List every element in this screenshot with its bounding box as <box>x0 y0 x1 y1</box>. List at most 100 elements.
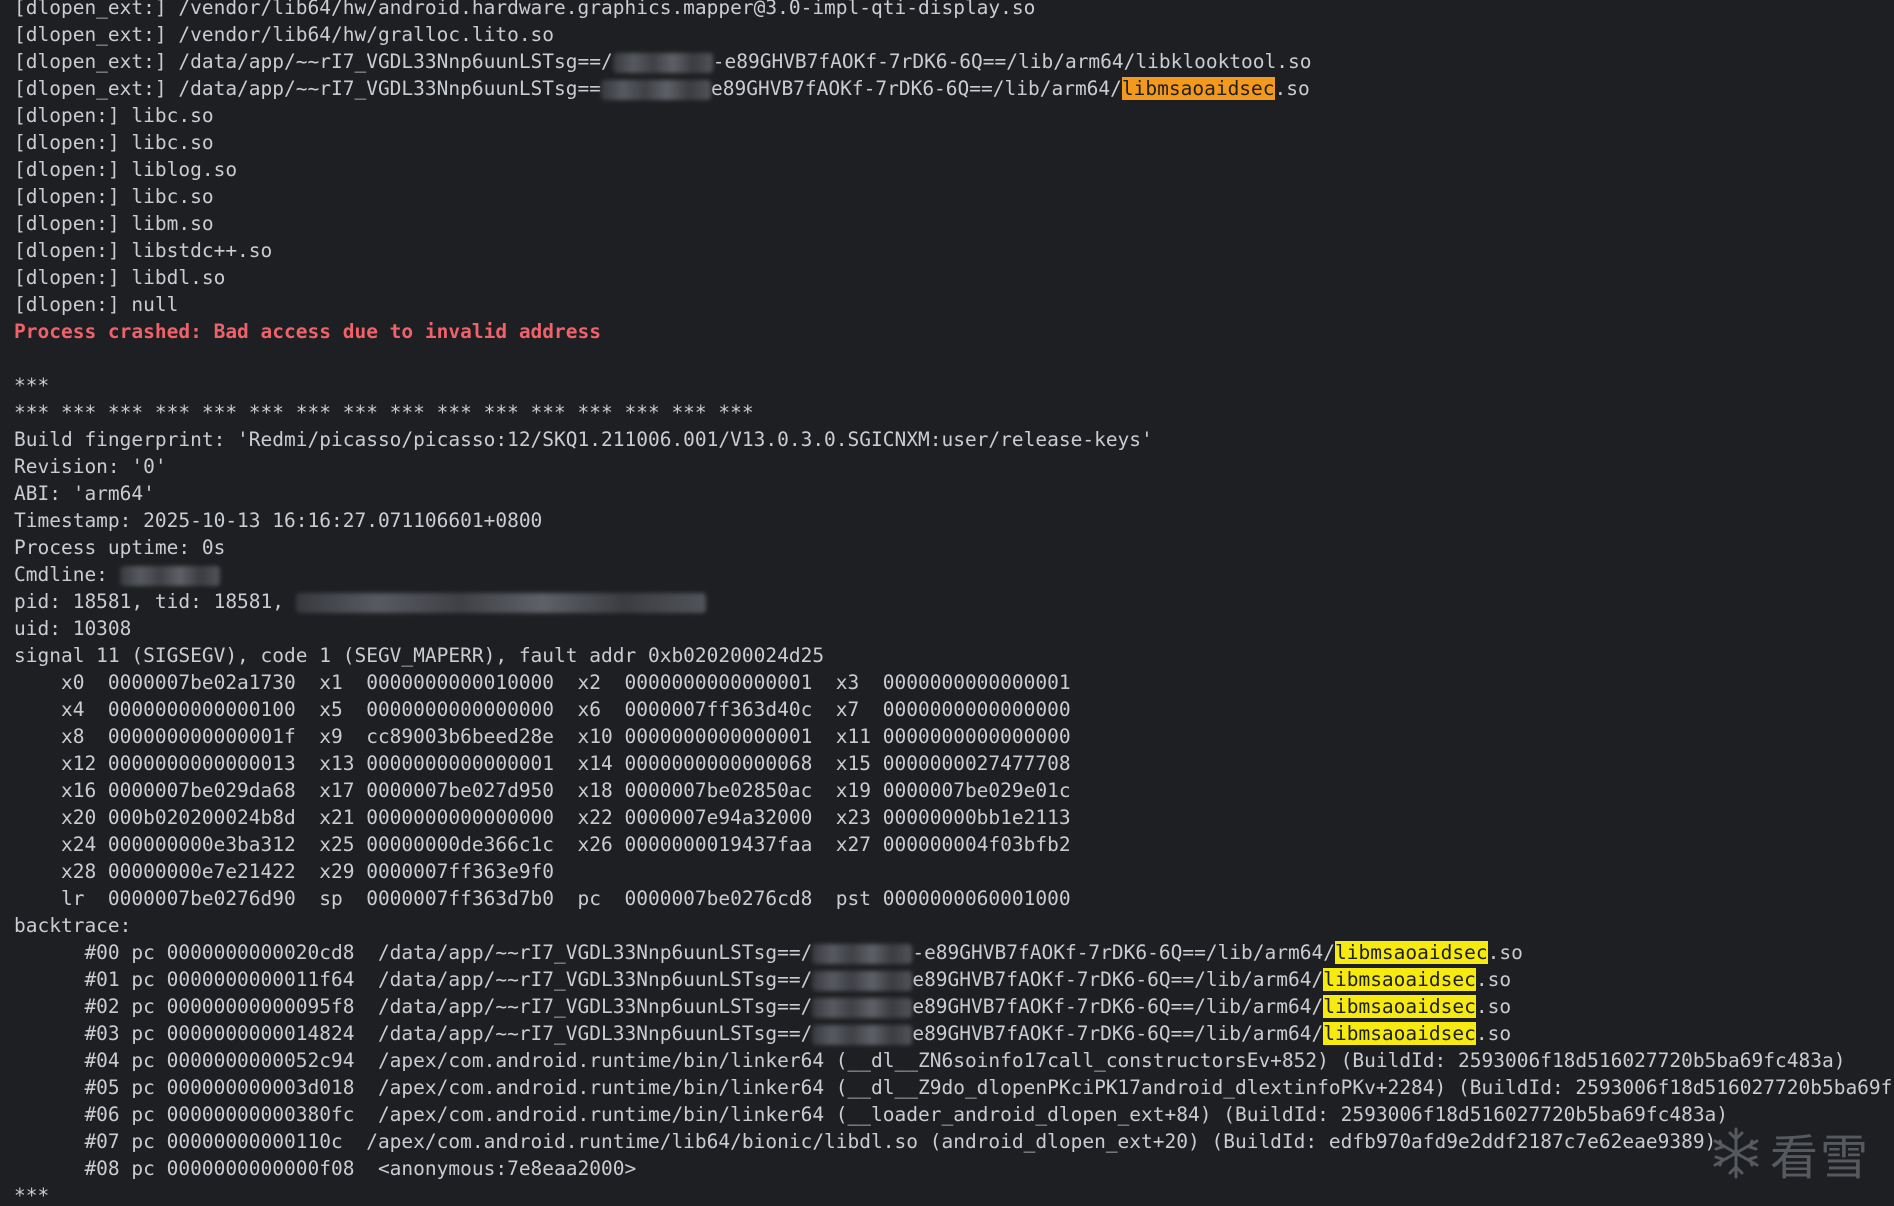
terminal-line: #06 pc 00000000000380fc /apex/com.androi… <box>14 1101 1894 1128</box>
terminal-line: Process uptime: 0s <box>14 534 1894 561</box>
terminal-line: #00 pc 0000000000020cd8 /data/app/~~rI7_… <box>14 939 1894 966</box>
terminal-line: #03 pc 0000000000014824 /data/app/~~rI7_… <box>14 1020 1894 1047</box>
line-text: #06 pc 00000000000380fc /apex/com.androi… <box>14 1103 1729 1126</box>
line-text: Process uptime: 0s <box>14 536 226 559</box>
watermark-text: 看雪 <box>1769 1130 1870 1186</box>
terminal-line: Cmdline: <box>14 561 1894 588</box>
terminal-line: *** <box>14 372 1894 399</box>
line-text: ABI: 'arm64' <box>14 482 155 505</box>
line-text: [dlopen:] libc.so <box>14 104 214 127</box>
terminal-line: #07 pc 00000000000110c /apex/com.android… <box>14 1128 1894 1155</box>
line-text: #01 pc 0000000000011f64 /data/app/~~rI7_… <box>14 968 813 991</box>
terminal-output[interactable]: [dlopen_ext:] /vendor/lib64/hw/android.h… <box>14 0 1894 1206</box>
terminal-line: x8 000000000000001f x9 cc89003b6beed28e … <box>14 723 1894 750</box>
line-text: [dlopen:] libc.so <box>14 185 214 208</box>
terminal-line: [dlopen:] libc.so <box>14 102 1894 129</box>
terminal-line: [dlopen_ext:] /vendor/lib64/hw/android.h… <box>14 0 1894 21</box>
terminal-line: Timestamp: 2025-10-13 16:16:27.071106601… <box>14 507 1894 534</box>
terminal-line: [dlopen:] libstdc++.so <box>14 237 1894 264</box>
line-text: .so <box>1274 77 1310 100</box>
search-highlight: libmsaoaidsec <box>1323 995 1476 1018</box>
search-highlight: libmsaoaidsec <box>1334 941 1488 964</box>
line-text: #05 pc 000000000003d018 /apex/com.androi… <box>14 1076 1894 1099</box>
terminal-line: [dlopen_ext:] /data/app/~~rI7_VGDL33Nnp6… <box>14 48 1894 75</box>
line-text: e89GHVB7fAOKf-7rDK6-6Q==/lib/arm64/ <box>912 1022 1324 1045</box>
line-text: x20 000b020200024b8d x21 000000000000000… <box>14 806 1071 829</box>
line-text: [dlopen_ext:] /data/app/~~rI7_VGDL33Nnp6… <box>14 77 601 100</box>
line-text: [dlopen_ext:] /vendor/lib64/hw/gralloc.l… <box>14 23 555 46</box>
terminal-line: #08 pc 0000000000000f08 <anonymous:7e8ea… <box>14 1155 1894 1182</box>
line-text: *** *** *** *** *** *** *** *** *** *** … <box>14 401 754 424</box>
search-highlight: libmsaoaidsec <box>1121 77 1275 100</box>
snowflake-icon <box>1708 1125 1764 1181</box>
line-text: #00 pc 0000000000020cd8 /data/app/~~rI7_… <box>14 941 813 964</box>
terminal-line: x0 0000007be02a1730 x1 0000000000010000 … <box>14 669 1894 696</box>
redacted-text <box>612 52 713 73</box>
line-text: [dlopen_ext:] /vendor/lib64/hw/android.h… <box>14 0 1036 19</box>
line-text: .so <box>1475 995 1512 1018</box>
terminal-line: [dlopen:] libm.so <box>14 210 1894 237</box>
terminal-line: *** *** *** *** *** *** *** *** *** *** … <box>14 399 1894 426</box>
line-text: -e89GHVB7fAOKf-7rDK6-6Q==/lib/arm64/libk… <box>712 50 1312 73</box>
line-text: [dlopen:] libm.so <box>14 212 214 235</box>
redacted-text <box>601 79 711 100</box>
line-text: [dlopen:] libc.so <box>14 131 214 154</box>
terminal-line: x12 0000000000000013 x13 000000000000000… <box>14 750 1894 777</box>
terminal-line: Revision: '0' <box>14 453 1894 480</box>
line-text: Timestamp: 2025-10-13 16:16:27.071106601… <box>14 509 543 532</box>
terminal-line: [dlopen:] liblog.so <box>14 156 1894 183</box>
terminal-line: backtrace: <box>14 912 1894 939</box>
terminal-line: #04 pc 0000000000052c94 /apex/com.androi… <box>14 1047 1894 1074</box>
line-text: [dlopen:] null <box>14 293 179 316</box>
line-text: #08 pc 0000000000000f08 <anonymous:7e8ea… <box>14 1157 637 1180</box>
terminal-line: [dlopen:] libdl.so <box>14 264 1894 291</box>
terminal-line: [dlopen:] libc.so <box>14 183 1894 210</box>
line-text: backtrace: <box>14 914 132 937</box>
terminal-line: x24 000000000e3ba312 x25 00000000de366c1… <box>14 831 1894 858</box>
line-text: [dlopen:] liblog.so <box>14 158 238 181</box>
line-text: -e89GHVB7fAOKf-7rDK6-6Q==/lib/arm64/ <box>912 941 1335 964</box>
search-highlight: libmsaoaidsec <box>1323 1022 1476 1045</box>
line-text: Cmdline: <box>14 563 120 586</box>
line-text: pid: 18581, tid: 18581, <box>14 590 296 613</box>
line-text: x28 00000000e7e21422 x29 0000007ff363e9f… <box>14 860 555 883</box>
terminal-line: x28 00000000e7e21422 x29 0000007ff363e9f… <box>14 858 1894 885</box>
crash-message: Process crashed: Bad access due to inval… <box>14 318 1894 345</box>
watermark: 看雪 <box>1708 1118 1870 1188</box>
line-text: x8 000000000000001f x9 cc89003b6beed28e … <box>14 725 1071 748</box>
terminal-line: signal 11 (SIGSEGV), code 1 (SEGV_MAPERR… <box>14 642 1894 669</box>
line-text: [dlopen_ext:] /data/app/~~rI7_VGDL33Nnp6… <box>14 50 613 73</box>
line-text: *** <box>14 374 50 397</box>
terminal-line: #02 pc 00000000000095f8 /data/app/~~rI7_… <box>14 993 1894 1020</box>
line-text: *** <box>14 1184 50 1206</box>
line-text: lr 0000007be0276d90 sp 0000007ff363d7b0 … <box>14 887 1071 910</box>
redacted-text <box>812 1024 913 1045</box>
line-text: .so <box>1475 1022 1512 1045</box>
line-text: [dlopen:] libdl.so <box>14 266 226 289</box>
search-highlight: libmsaoaidsec <box>1323 968 1476 991</box>
line-text: Build fingerprint: 'Redmi/picasso/picass… <box>14 428 1153 451</box>
line-text: e89GHVB7fAOKf-7rDK6-6Q==/lib/arm64/ <box>912 995 1324 1018</box>
terminal-line: *** <box>14 1182 1894 1206</box>
line-text: e89GHVB7fAOKf-7rDK6-6Q==/lib/arm64/ <box>711 77 1122 100</box>
terminal-line: Build fingerprint: 'Redmi/picasso/picass… <box>14 426 1894 453</box>
line-text: x4 0000000000000100 x5 0000000000000000 … <box>14 698 1071 721</box>
line-text: x0 0000007be02a1730 x1 0000000000010000 … <box>14 671 1071 694</box>
terminal-line: #01 pc 0000000000011f64 /data/app/~~rI7_… <box>14 966 1894 993</box>
line-text: #04 pc 0000000000052c94 /apex/com.androi… <box>14 1049 1846 1072</box>
terminal-line: pid: 18581, tid: 18581, <box>14 588 1894 615</box>
redacted-text <box>812 997 913 1018</box>
line-text: Process crashed: Bad access due to inval… <box>14 320 601 343</box>
redacted-text <box>812 943 913 964</box>
terminal-line: ABI: 'arm64' <box>14 480 1894 507</box>
terminal-line: x20 000b020200024b8d x21 000000000000000… <box>14 804 1894 831</box>
line-text: #07 pc 00000000000110c /apex/com.android… <box>14 1130 1717 1153</box>
line-text: x16 0000007be029da68 x17 0000007be027d95… <box>14 779 1071 802</box>
terminal-line: uid: 10308 <box>14 615 1894 642</box>
terminal-line: [dlopen_ext:] /data/app/~~rI7_VGDL33Nnp6… <box>14 75 1894 102</box>
terminal-line: [dlopen:] libc.so <box>14 129 1894 156</box>
line-text: #02 pc 00000000000095f8 /data/app/~~rI7_… <box>14 995 813 1018</box>
line-text: x24 000000000e3ba312 x25 00000000de366c1… <box>14 833 1071 856</box>
redacted-text <box>119 565 220 586</box>
